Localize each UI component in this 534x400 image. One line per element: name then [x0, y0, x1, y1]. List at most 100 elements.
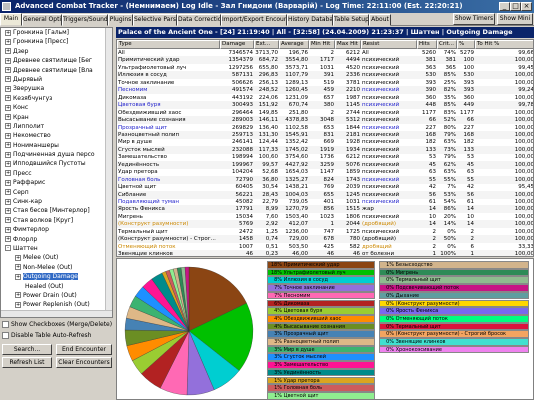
column-header[interactable]: Damage: [220, 40, 254, 49]
expand-toggle-icon[interactable]: +: [15, 254, 21, 261]
clear-encounters-button[interactable]: Clear Encounters: [56, 357, 112, 368]
expand-toggle-icon[interactable]: +: [5, 142, 11, 149]
tab-selective-parsing[interactable]: Selective Parsing: [133, 14, 177, 26]
tree-item[interactable]: + Гронкина [Гальм]: [1, 28, 112, 37]
column-header[interactable]: Crit...: [437, 40, 457, 49]
tab-table-setup[interactable]: Table Setup: [333, 14, 369, 26]
tree-item[interactable]: + Non-Melee (Out): [1, 263, 112, 272]
expand-toggle-icon[interactable]: +: [5, 132, 11, 139]
column-header[interactable]: Min Hit: [309, 40, 335, 49]
tree-item[interactable]: + Power Replenish (Out): [1, 300, 112, 309]
tab-triggers-sounds[interactable]: Triggers/Sounds: [62, 14, 108, 26]
expand-toggle-icon[interactable]: +: [5, 76, 11, 83]
tree-item[interactable]: + Дырявый: [1, 75, 112, 84]
tree-item[interactable]: + Стая бесов [Минтерлор]: [1, 206, 112, 215]
minimize-button[interactable]: _: [499, 2, 510, 11]
tree-item[interactable]: Healed (Out): [1, 282, 112, 291]
tree-item[interactable]: + Кезябчунгуз: [1, 94, 112, 103]
tree-item[interactable]: + Ипподвшийся Пустоты: [1, 159, 112, 168]
expand-toggle-icon[interactable]: +: [15, 292, 21, 299]
column-header[interactable]: To Hit %: [475, 40, 533, 49]
tab-main[interactable]: Main: [0, 13, 22, 26]
tree-item[interactable]: + Дзер: [1, 47, 112, 56]
expand-toggle-icon[interactable]: +: [5, 114, 11, 121]
column-header[interactable]: Ext...: [254, 40, 279, 49]
expand-toggle-icon[interactable]: +: [15, 273, 21, 280]
expand-toggle-icon[interactable]: +: [5, 217, 11, 224]
expand-toggle-icon[interactable]: +: [5, 67, 11, 74]
column-header[interactable]: Average: [279, 40, 309, 49]
refresh-list-button[interactable]: Refresh List: [2, 357, 52, 368]
tree-item[interactable]: + Серп: [1, 188, 112, 197]
tree-item[interactable]: + Флорлр: [1, 235, 112, 244]
tree-item[interactable]: - Шаттен: [1, 244, 112, 253]
tree-item[interactable]: + Конс: [1, 103, 112, 112]
end-encounter-button[interactable]: End Encounter: [56, 344, 112, 355]
checkbox[interactable]: [2, 321, 9, 328]
tree-item[interactable]: + Подчиненная душа персо: [1, 150, 112, 159]
tree-item[interactable]: + Power Drain (Out): [1, 291, 112, 300]
expand-toggle-icon[interactable]: +: [5, 57, 11, 64]
legend-percent: 6%: [274, 300, 282, 307]
expand-toggle-icon[interactable]: +: [5, 189, 11, 196]
expand-toggle-icon[interactable]: +: [5, 198, 11, 205]
tab-general-options[interactable]: General Options: [22, 14, 62, 26]
tree-item[interactable]: + Кран: [1, 113, 112, 122]
tree-item[interactable]: + Нониманшеры: [1, 141, 112, 150]
expand-toggle-icon[interactable]: +: [5, 151, 11, 158]
expand-toggle-icon[interactable]: +: [5, 85, 11, 92]
disable-refresh-option[interactable]: Disable Table Auto-Refresh: [2, 332, 91, 339]
expand-toggle-icon[interactable]: +: [5, 48, 11, 55]
tree-vscrollbar[interactable]: [105, 28, 112, 317]
expand-toggle-icon[interactable]: +: [5, 104, 11, 111]
tree-item[interactable]: + Древнее святилище [Вла: [1, 66, 112, 75]
expand-toggle-icon[interactable]: +: [5, 170, 11, 177]
expand-toggle-icon[interactable]: +: [5, 179, 11, 186]
tree-item[interactable]: + Раффарис: [1, 178, 112, 187]
tree-item[interactable]: + Липполит: [1, 122, 112, 131]
close-button[interactable]: ×: [521, 2, 532, 11]
show-timers-button[interactable]: Show Timers: [453, 13, 495, 25]
expand-toggle-icon[interactable]: +: [5, 29, 11, 36]
expand-toggle-icon[interactable]: +: [15, 264, 21, 271]
column-header[interactable]: Resist: [361, 40, 417, 49]
tab-history-database[interactable]: History Database: [287, 14, 333, 26]
tab-plugins[interactable]: Plugins: [108, 14, 133, 26]
tab-import-export[interactable]: Import/Export Encounters: [221, 14, 287, 26]
tree-hscrollbar[interactable]: [1, 310, 112, 317]
tree-item[interactable]: + Melee (Out): [1, 253, 112, 262]
show-mini-button[interactable]: Show Mini: [497, 13, 533, 25]
tree-item[interactable]: + Outgoing Damage: [1, 272, 112, 281]
tree-item[interactable]: + Фимтерлор: [1, 225, 112, 234]
expand-toggle-icon[interactable]: +: [15, 301, 21, 308]
table-row[interactable]: Звенящие клинков 46 0,23 46,00 46 46 от болезн…: [117, 250, 533, 257]
checkbox[interactable]: [2, 332, 9, 339]
column-header[interactable]: %: [457, 40, 475, 49]
expand-toggle-icon[interactable]: +: [5, 226, 11, 233]
tree-item[interactable]: + Зверушка: [1, 84, 112, 93]
encounter-tree[interactable]: + Гронкина [Гальм] + Гронкина [Пресс] + Дзер +…: [0, 27, 113, 318]
expand-toggle-icon[interactable]: +: [5, 236, 11, 243]
column-header[interactable]: Max Hit: [335, 40, 361, 49]
damage-table[interactable]: Type Damage Ext... Average Min Hit Max Hit Res…: [116, 39, 534, 257]
search-button[interactable]: Search...: [2, 344, 52, 355]
tree-item[interactable]: + Гронкина [Пресс]: [1, 37, 112, 46]
column-header[interactable]: Hits: [417, 40, 437, 49]
tree-item[interactable]: + Пресс: [1, 169, 112, 178]
expand-toggle-icon[interactable]: +: [5, 160, 11, 167]
expand-toggle-icon[interactable]: +: [5, 95, 11, 102]
tab-data-correction[interactable]: Data Correction: [177, 14, 221, 26]
tab-about[interactable]: About: [369, 14, 391, 26]
column-header[interactable]: Type: [117, 40, 220, 49]
tree-item[interactable]: + Некомество: [1, 131, 112, 140]
show-checkboxes-option[interactable]: Show Checkboxes (Merge/Delete): [2, 321, 112, 328]
tree-item[interactable]: + Синк-кар: [1, 197, 112, 206]
maximize-button[interactable]: □: [510, 2, 521, 11]
expand-toggle-icon[interactable]: +: [5, 123, 11, 130]
table-cell: 1: [470, 251, 475, 257]
expand-toggle-icon[interactable]: -: [5, 245, 11, 252]
expand-toggle-icon[interactable]: +: [5, 207, 11, 214]
tree-item[interactable]: + Древнее святилище [Бег: [1, 56, 112, 65]
expand-toggle-icon[interactable]: +: [5, 38, 11, 45]
tree-item[interactable]: + Стая волков [Круг]: [1, 216, 112, 225]
